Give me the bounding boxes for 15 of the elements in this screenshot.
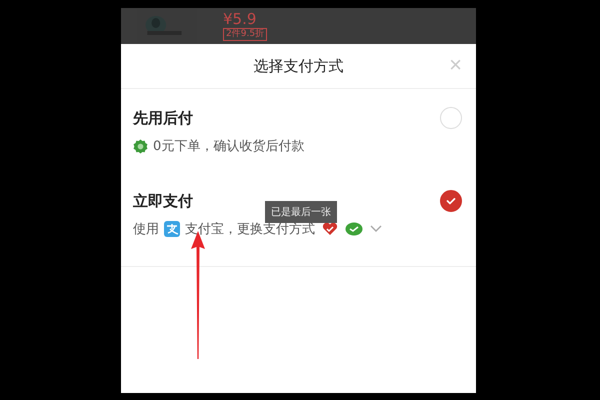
option-title: 先用后付 xyxy=(133,108,193,128)
discount-tag: 2件9.5折 xyxy=(223,28,268,41)
chat-icon xyxy=(345,222,363,236)
radio-button[interactable] xyxy=(440,190,462,212)
option-lead: 使用 xyxy=(133,221,159,238)
tooltip: 已是最后一张 xyxy=(265,201,337,223)
sheet-title: 选择支付方式 xyxy=(254,56,344,76)
close-button[interactable]: × xyxy=(445,54,466,76)
option-title: 立即支付 xyxy=(133,192,193,210)
option-note: 支付宝，更换支付方式 xyxy=(185,221,315,238)
badge-icon xyxy=(133,138,148,154)
heart-icon xyxy=(322,222,338,236)
chevron-down-icon[interactable] xyxy=(370,225,382,233)
price: ¥5.9 xyxy=(223,11,256,28)
option-note: 0元下单，确认收货后付款 xyxy=(153,138,304,155)
